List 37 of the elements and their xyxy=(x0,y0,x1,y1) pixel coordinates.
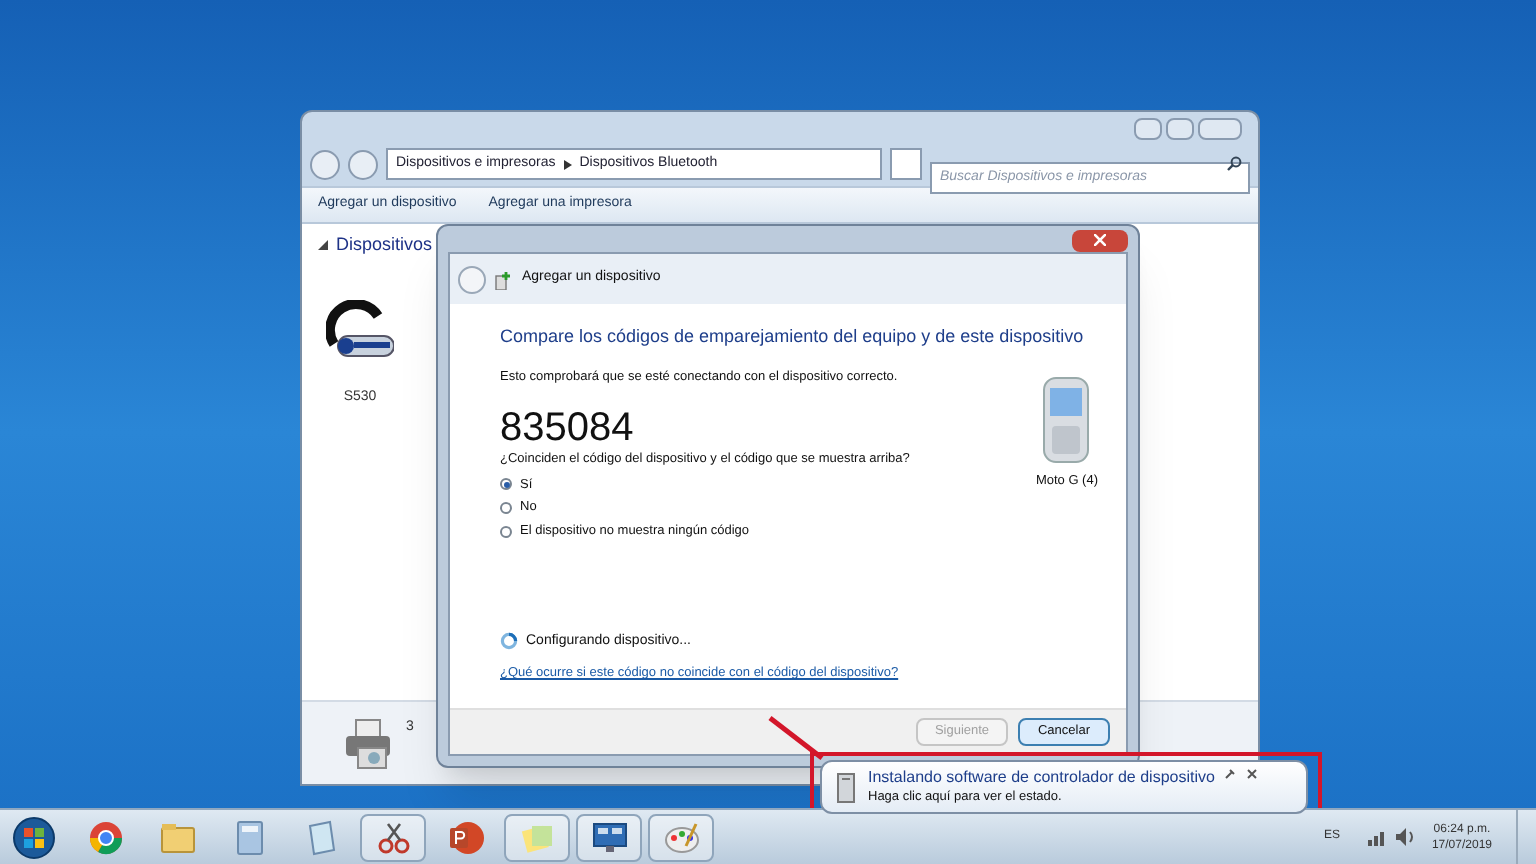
refresh-button[interactable] xyxy=(890,148,922,180)
monitor-icon xyxy=(591,819,627,855)
palette-icon xyxy=(663,819,699,855)
section-heading: Dispositivos xyxy=(336,232,433,258)
notepad-icon xyxy=(303,819,339,855)
computer-tower-icon xyxy=(834,771,858,803)
close-button[interactable] xyxy=(1072,230,1128,252)
back-button[interactable] xyxy=(458,265,486,293)
volume-icon[interactable] xyxy=(1395,828,1416,846)
pairing-code: 835084 xyxy=(500,405,636,450)
maximize-button[interactable] xyxy=(1166,117,1194,139)
folder-icon xyxy=(159,819,195,855)
spinner-icon xyxy=(500,632,518,651)
radio-button[interactable] xyxy=(500,525,512,538)
start-button[interactable] xyxy=(12,815,56,859)
notification-title: Instalando software de controlador de dispositivo xyxy=(868,768,1215,788)
radio-button[interactable] xyxy=(500,502,512,515)
minimize-button[interactable] xyxy=(1134,117,1162,139)
radio-button[interactable] xyxy=(500,478,512,491)
slides-icon xyxy=(447,819,483,855)
network-icon[interactable] xyxy=(1367,828,1388,846)
pin-icon[interactable] xyxy=(1224,768,1237,780)
scissors-icon xyxy=(375,819,411,855)
back-button[interactable] xyxy=(310,149,340,179)
browser-icon xyxy=(87,819,123,855)
chevron-icon xyxy=(563,159,572,169)
close-icon xyxy=(1094,234,1106,246)
device-add-icon xyxy=(494,269,514,289)
calculator-icon xyxy=(231,819,267,855)
phone-icon xyxy=(1040,376,1093,464)
search-icon xyxy=(1226,156,1242,172)
taskbar-button[interactable] xyxy=(360,813,426,861)
taskbar-button[interactable] xyxy=(576,813,642,861)
close-icon[interactable] xyxy=(1246,768,1259,780)
collapse-icon xyxy=(318,240,328,251)
forward-button[interactable] xyxy=(348,149,378,179)
close-button[interactable] xyxy=(1198,117,1242,139)
